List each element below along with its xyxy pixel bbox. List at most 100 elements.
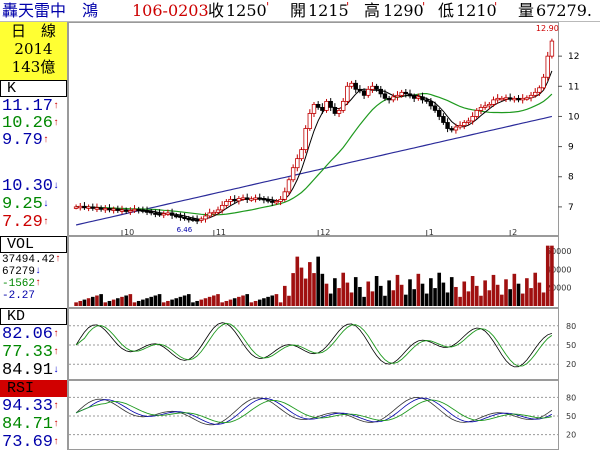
indicator-value-text: -2.27 (2, 290, 36, 302)
price-tick-label: 9 (568, 143, 574, 153)
volume-bar (550, 245, 554, 306)
candle-body (98, 207, 104, 210)
indicator-value-text: 84.91 (2, 361, 54, 380)
vol-panel-title[interactable]: VOL (0, 236, 67, 253)
volume-bar (228, 299, 233, 306)
candle-body (487, 103, 492, 107)
volume-bar (174, 298, 179, 306)
volume-bar (487, 290, 492, 306)
candle-body (424, 99, 429, 102)
vol-value: -2.27 (2, 290, 35, 302)
candle-body (303, 128, 308, 151)
volume-bar (349, 292, 354, 306)
period-info-box[interactable]: 日 線 2014 143億 (0, 22, 67, 80)
candle-body (140, 209, 146, 212)
candle-body (520, 97, 525, 101)
indicator-value-text: 10.30 (2, 177, 54, 196)
candle-body (507, 97, 513, 100)
volume-bar (370, 291, 375, 306)
candle-body (345, 85, 350, 102)
candle-body (353, 82, 358, 90)
arrow-down-icon: ↓ (53, 365, 60, 376)
candle-body (357, 88, 363, 92)
volume-bar (212, 295, 216, 306)
indicator-value-text: 73.69 (2, 433, 54, 450)
volume-bar (312, 273, 316, 306)
vol-value: 37494.42↑ (2, 254, 61, 266)
candle-body (103, 208, 108, 211)
volume-bar (82, 299, 87, 306)
candle-body (194, 219, 200, 222)
candle-body (503, 97, 509, 100)
indicator-value-text: 94.33 (2, 397, 54, 416)
candle-body (94, 207, 100, 210)
k-panel-title[interactable]: K (0, 80, 67, 97)
candle-body (416, 96, 421, 99)
rsi-panel-title[interactable]: RSI (0, 380, 67, 397)
arrow-down-icon: ↓ (53, 181, 60, 192)
candle-body (261, 198, 267, 201)
volume-bar (495, 284, 500, 306)
price-tick-label: 7 (568, 203, 574, 213)
candle-body (336, 110, 342, 114)
volume-bar (537, 282, 542, 306)
volume-bar (149, 296, 154, 306)
volume-bar (241, 295, 245, 306)
tick-mark: ' (346, 0, 350, 14)
candle-body (253, 197, 258, 200)
candle-body (341, 100, 346, 111)
volume-bar (420, 283, 425, 306)
candle-body (119, 209, 125, 212)
candle-body (495, 97, 500, 101)
capital-label: 143億 (11, 58, 56, 76)
candle-body (428, 100, 434, 107)
candle-body (128, 210, 133, 213)
volume-bar (512, 273, 517, 306)
candle-body (186, 217, 191, 221)
candle-body (378, 88, 383, 95)
candle-body (236, 198, 242, 202)
volume-bar (116, 298, 120, 306)
volume-bar (128, 294, 133, 306)
candle-body (420, 96, 425, 101)
candle-body (549, 40, 555, 57)
month-label: 2 (512, 228, 517, 237)
month-label: 11 (216, 228, 226, 237)
period-label: 日 線 (10, 22, 56, 40)
volume-bar (111, 299, 116, 306)
volume-bar (378, 285, 383, 306)
candle-body (111, 208, 116, 211)
volume-bar (328, 293, 333, 306)
volume-bar (291, 273, 295, 306)
candle-body (399, 91, 404, 96)
volume-bar (153, 295, 158, 306)
volume-bar (74, 302, 78, 306)
arrow-up-icon: ↑ (35, 278, 42, 289)
volume-bar (483, 280, 487, 306)
volume-bar (541, 292, 546, 306)
volume-bar (237, 296, 241, 306)
volume-bar (345, 282, 350, 306)
candle-body (307, 113, 313, 129)
indicator-value-text: 84.71 (2, 415, 54, 434)
candle-body (240, 197, 246, 200)
candle-body (411, 95, 417, 99)
candle-body (432, 105, 438, 111)
stock-chart[interactable]: 78910111210 11 12 1 212.906.4660000400002000… (68, 22, 600, 450)
candle-body (315, 103, 321, 108)
candle-body (190, 218, 196, 221)
volume-bar (429, 278, 433, 306)
k-value: 9.25↓ (2, 196, 49, 214)
volume-bar (391, 290, 396, 306)
volume-bar (445, 292, 450, 306)
indicator-value-text: 37494.42 (2, 254, 55, 266)
candle-body (245, 197, 250, 200)
kd-panel-title[interactable]: KD (0, 308, 67, 325)
candle-body (136, 208, 141, 212)
indicator-value-text: -1562 (2, 278, 36, 290)
volume-bar (232, 298, 237, 306)
volume-value: 67279. (536, 1, 592, 20)
volume-bar (124, 295, 128, 306)
volume-bar (287, 295, 291, 306)
candle-body (470, 116, 475, 122)
